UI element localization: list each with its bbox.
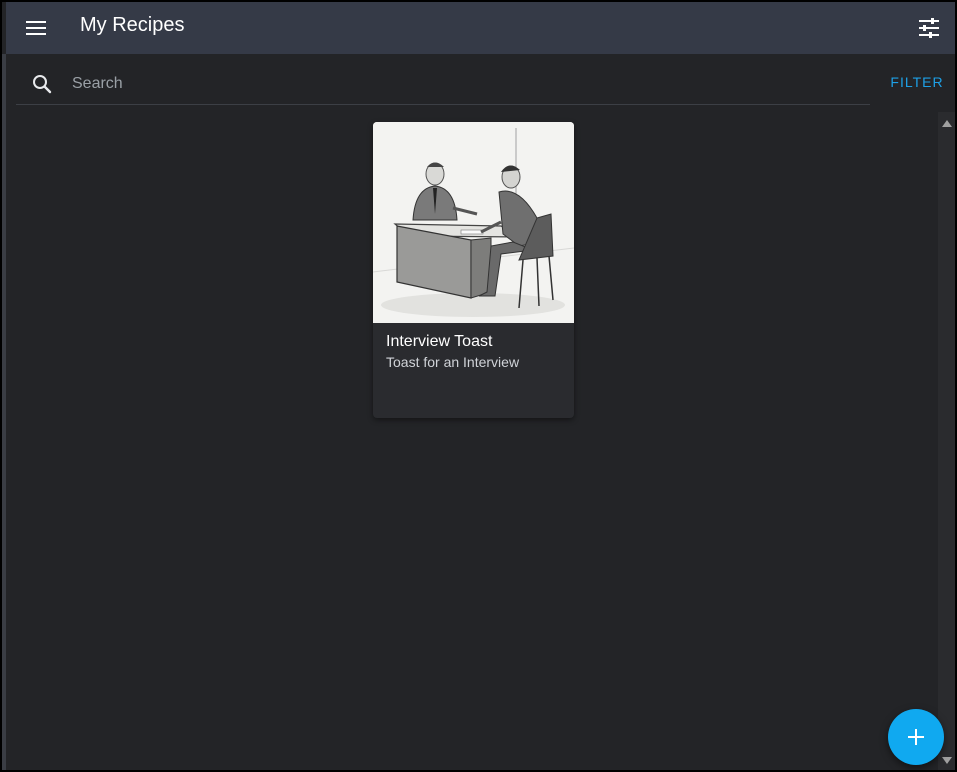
tune-icon (919, 18, 939, 38)
search-icon (33, 75, 52, 94)
menu-button[interactable] (20, 12, 52, 44)
app-window: My Recipes FILTER (0, 0, 957, 772)
left-edge (2, 54, 6, 770)
settings-button[interactable] (913, 12, 945, 44)
recipe-subtitle: Toast for an Interview (386, 354, 520, 370)
search-input[interactable] (70, 70, 854, 98)
add-recipe-button[interactable] (888, 709, 944, 765)
recipe-title: Interview Toast (386, 333, 493, 350)
search-bar (16, 62, 870, 105)
recipe-card[interactable]: Interview Toast Toast for an Interview (373, 122, 574, 418)
page-title: My Recipes (80, 14, 185, 36)
scrollbar[interactable] (938, 112, 955, 770)
scroll-up-icon[interactable] (942, 120, 952, 127)
plus-icon (908, 729, 924, 745)
filter-button[interactable]: FILTER (884, 74, 950, 94)
recipe-image (373, 122, 574, 323)
app-bar: My Recipes (6, 2, 955, 54)
